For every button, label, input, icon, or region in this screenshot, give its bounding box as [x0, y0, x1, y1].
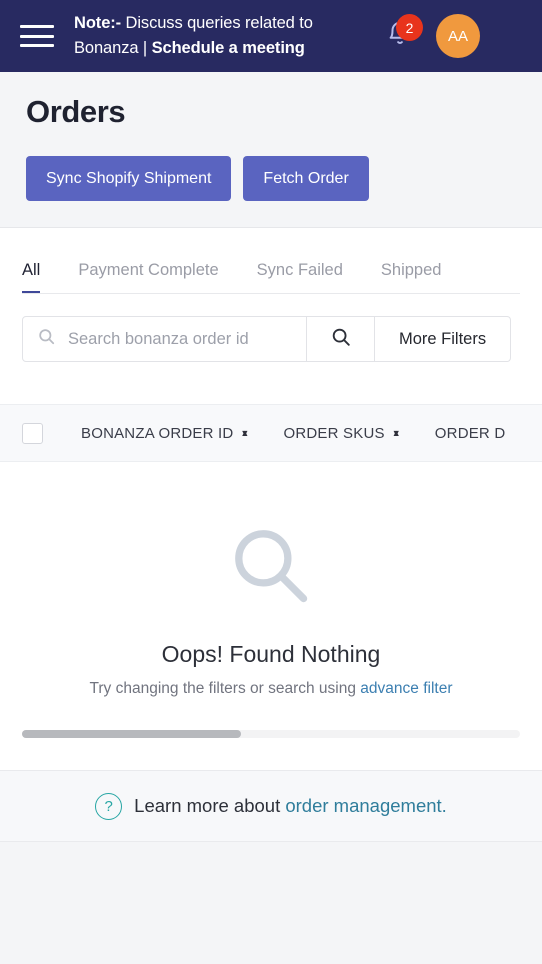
column-label: ORDER D	[434, 424, 506, 442]
empty-state-title: Oops! Found Nothing	[161, 641, 381, 667]
footer-text: Learn more about order management.	[134, 795, 447, 817]
orders-card: All Payment Complete Sync Failed Shipped	[0, 228, 542, 770]
hamburger-menu-icon[interactable]	[20, 23, 54, 49]
fetch-order-button[interactable]: Fetch Order	[243, 156, 369, 201]
column-label: BONANZA ORDER ID	[81, 424, 234, 442]
card-bottom-spacer	[0, 738, 542, 770]
search-icon	[37, 327, 56, 351]
advance-filter-link[interactable]: advance filter	[360, 680, 452, 697]
search-submit-button[interactable]	[307, 316, 375, 362]
empty-state: Oops! Found Nothing Try changing the fil…	[0, 462, 542, 698]
horizontal-scrollbar[interactable]	[22, 730, 520, 738]
footer-text-label: Learn more about	[134, 795, 286, 816]
select-all-checkbox[interactable]	[22, 422, 43, 444]
order-status-tabs: All Payment Complete Sync Failed Shipped	[0, 228, 542, 294]
magnifier-icon	[225, 530, 317, 616]
empty-state-subtitle-text: Try changing the filters or search using	[89, 680, 361, 697]
tab-shipped[interactable]: Shipped	[381, 261, 442, 294]
top-navigation-bar: Note:- Discuss queries related to Bonanz…	[0, 0, 542, 72]
column-label: ORDER SKUS	[283, 424, 385, 442]
page-header: Orders Sync Shopify Shipment Fetch Order	[0, 72, 542, 228]
more-filters-button[interactable]: More Filters	[375, 316, 512, 362]
notifications-button[interactable]: 2	[380, 14, 423, 56]
sync-shopify-shipment-button[interactable]: Sync Shopify Shipment	[26, 156, 232, 201]
column-order-date[interactable]: ORDER D	[435, 425, 513, 442]
order-management-link[interactable]: order management.	[285, 795, 446, 816]
search-toolbar: More Filters	[0, 294, 542, 362]
scrollbar-thumb[interactable]	[22, 730, 242, 738]
column-order-skus[interactable]: ORDER SKUS ▲ ▼	[284, 425, 401, 442]
orders-page: Note:- Discuss queries related to Bonanz…	[0, 0, 542, 964]
orders-table: BONANZA ORDER ID ▲ ▼ ORDER SKUS ▲ ▼ ORDER …	[0, 404, 542, 770]
search-field-wrapper	[22, 316, 307, 362]
question-circle-icon: ?	[95, 792, 123, 820]
notification-badge: 2	[396, 14, 423, 41]
tabs-divider	[22, 293, 520, 294]
page-bottom-area	[0, 842, 542, 926]
hamburger-bar	[20, 25, 54, 28]
schedule-meeting-link[interactable]: Schedule a meeting	[152, 39, 305, 57]
tab-payment-complete[interactable]: Payment Complete	[78, 261, 218, 294]
search-input[interactable]	[68, 329, 306, 349]
tab-all[interactable]: All	[22, 261, 41, 294]
tab-sync-failed[interactable]: Sync Failed	[257, 261, 343, 294]
table-header-row: BONANZA ORDER ID ▲ ▼ ORDER SKUS ▲ ▼ ORDER …	[0, 404, 542, 462]
empty-state-subtitle: Try changing the filters or search using…	[0, 680, 542, 698]
note-prefix: Note:-	[74, 14, 122, 32]
search-icon	[330, 326, 352, 353]
page-title: Orders	[26, 94, 126, 129]
hamburger-bar	[20, 34, 54, 38]
header-note: Note:- Discuss queries related to Bonanz…	[74, 11, 374, 61]
avatar[interactable]: AA	[436, 14, 480, 58]
hamburger-bar	[20, 44, 54, 47]
column-bonanza-order-id[interactable]: BONANZA ORDER ID ▲ ▼	[81, 425, 250, 442]
help-footer: ? Learn more about order management.	[0, 770, 542, 842]
page-actions: Sync Shopify Shipment Fetch Order	[26, 156, 542, 201]
